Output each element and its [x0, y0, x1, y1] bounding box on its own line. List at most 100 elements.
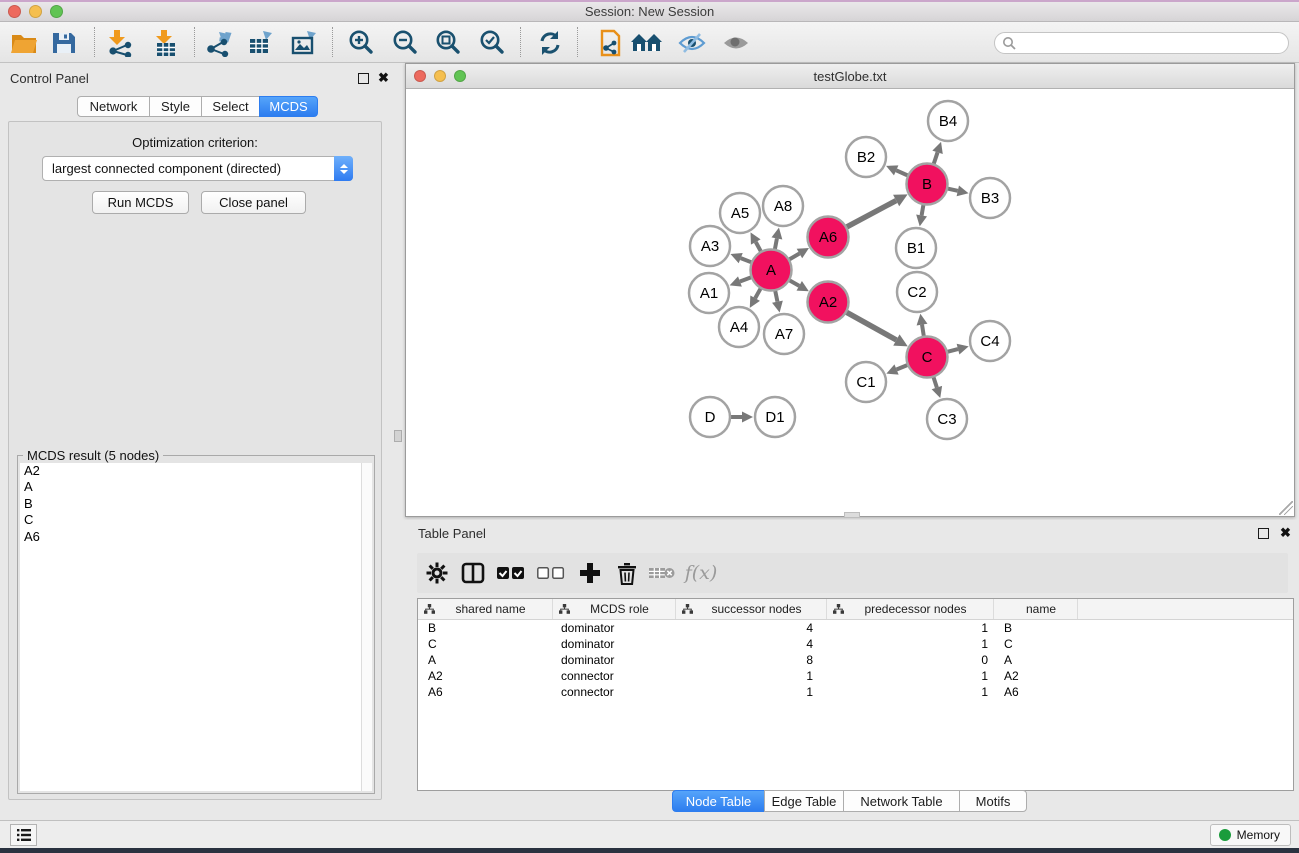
import-table-button[interactable] — [150, 27, 182, 59]
edge-C-C3[interactable] — [932, 377, 942, 398]
cell[interactable]: B — [418, 621, 553, 635]
resize-grip[interactable] — [1279, 501, 1293, 515]
tab-mcds[interactable]: MCDS — [259, 96, 318, 117]
table-row-b[interactable]: Bdominator41B — [418, 620, 1293, 636]
export-network-button[interactable] — [202, 27, 234, 59]
cell[interactable]: A6 — [418, 685, 553, 699]
cell[interactable]: 1 — [827, 637, 994, 651]
node-A5[interactable]: A5 — [720, 193, 760, 233]
edge-A-A1[interactable] — [730, 276, 752, 286]
cell[interactable]: dominator — [553, 637, 676, 651]
cell[interactable]: 1 — [827, 685, 994, 699]
cell[interactable]: 1 — [676, 685, 827, 699]
zoom-fit-button[interactable] — [432, 27, 464, 59]
delete-column-button[interactable] — [613, 553, 641, 593]
tab-network-table[interactable]: Network Table — [843, 790, 960, 812]
network-window-titlebar[interactable]: testGlobe.txt — [406, 64, 1294, 89]
edge-B-B2[interactable] — [886, 165, 908, 175]
edge-D-D1[interactable] — [731, 412, 753, 423]
node-D[interactable]: D — [690, 397, 730, 437]
edge-B-B3[interactable] — [947, 185, 968, 196]
cell[interactable]: A2 — [418, 669, 553, 683]
node-C[interactable]: C — [907, 337, 948, 378]
edge-A-A4[interactable] — [750, 288, 761, 308]
table-settings-button[interactable] — [423, 553, 451, 593]
create-column-button[interactable] — [575, 553, 605, 593]
edge-A-A7[interactable] — [772, 291, 783, 313]
zoom-in-button[interactable] — [345, 27, 377, 59]
cell[interactable]: dominator — [553, 653, 676, 667]
table-row-a2[interactable]: A2connector11A2 — [418, 668, 1293, 684]
deselect-all-columns-button[interactable] — [535, 553, 567, 593]
refresh-button[interactable] — [534, 27, 566, 59]
node-B[interactable]: B — [907, 164, 948, 205]
task-history-button[interactable] — [10, 824, 37, 846]
node-A2[interactable]: A2 — [808, 282, 849, 323]
cell[interactable]: A — [418, 653, 553, 667]
cell[interactable]: A — [994, 653, 1078, 667]
import-network-button[interactable] — [104, 27, 136, 59]
node-D1[interactable]: D1 — [755, 397, 795, 437]
result-list-scrollbar[interactable] — [361, 463, 372, 791]
optimization-criterion-dropdown[interactable]: largest connected component (directed) — [42, 156, 353, 181]
show-columns-button[interactable] — [459, 553, 487, 593]
mcds-result-list[interactable]: A2ABCA6 — [20, 463, 372, 791]
tab-motifs[interactable]: Motifs — [959, 790, 1027, 812]
edge-C-C1[interactable] — [886, 364, 907, 374]
cell[interactable]: A6 — [994, 685, 1078, 699]
column-header-successor-nodes[interactable]: successor nodes — [676, 599, 827, 619]
cell[interactable]: 4 — [676, 637, 827, 651]
node-C2[interactable]: C2 — [897, 272, 937, 312]
clone-network-button[interactable] — [592, 27, 624, 59]
result-item-b[interactable]: B — [20, 496, 372, 512]
column-header-predecessor-nodes[interactable]: predecessor nodes — [827, 599, 994, 619]
cell[interactable]: 0 — [827, 653, 994, 667]
zoom-out-button[interactable] — [389, 27, 421, 59]
run-mcds-button[interactable]: Run MCDS — [92, 191, 189, 214]
tab-node-table[interactable]: Node Table — [672, 790, 765, 812]
table-row-a[interactable]: Adominator80A — [418, 652, 1293, 668]
close-panel-icon[interactable]: ✖ — [378, 72, 389, 83]
node-A4[interactable]: A4 — [719, 307, 759, 347]
home-layout-button[interactable] — [630, 27, 662, 59]
zoom-selected-button[interactable] — [476, 27, 508, 59]
hide-details-button[interactable] — [676, 27, 708, 59]
float-panel-icon[interactable] — [358, 73, 369, 84]
column-header-shared-name[interactable]: shared name — [418, 599, 553, 619]
result-item-a[interactable]: A — [20, 479, 372, 495]
cell[interactable]: 1 — [676, 669, 827, 683]
cell[interactable]: 8 — [676, 653, 827, 667]
show-details-button[interactable] — [720, 27, 752, 59]
network-canvas[interactable]: B4B2BB3A5A8A6A3B1AA1C2A2A4A7C4CC1DD1C3 — [406, 89, 1294, 516]
node-C1[interactable]: C1 — [846, 362, 886, 402]
node-A1[interactable]: A1 — [689, 273, 729, 313]
edge-A-A3[interactable] — [730, 253, 751, 263]
float-panel-icon[interactable] — [1258, 528, 1269, 539]
cell[interactable]: A2 — [994, 669, 1078, 683]
node-A[interactable]: A — [751, 250, 792, 291]
edge-A-A2[interactable] — [789, 280, 809, 291]
table-row-a6[interactable]: A6connector11A6 — [418, 684, 1293, 700]
edge-C-C4[interactable] — [947, 344, 968, 355]
edge-B-B1[interactable] — [916, 205, 927, 227]
select-all-columns-button[interactable] — [495, 553, 527, 593]
edge-A-A8[interactable] — [772, 228, 783, 250]
edge-A2-C[interactable] — [846, 312, 907, 346]
cell[interactable]: connector — [553, 685, 676, 699]
close-panel-button[interactable]: Close panel — [201, 191, 306, 214]
splitter-scroll-thumb[interactable] — [394, 430, 402, 442]
open-file-button[interactable] — [8, 27, 40, 59]
edge-A6-B[interactable] — [847, 194, 908, 227]
network-graph[interactable]: B4B2BB3A5A8A6A3B1AA1C2A2A4A7C4CC1DD1C3 — [406, 89, 1294, 516]
memory-button[interactable]: Memory — [1210, 824, 1291, 846]
column-header-mcds-role[interactable]: MCDS role — [553, 599, 676, 619]
result-item-a2[interactable]: A2 — [20, 463, 372, 479]
save-session-button[interactable] — [48, 27, 80, 59]
cell[interactable]: 4 — [676, 621, 827, 635]
tab-select[interactable]: Select — [201, 96, 260, 117]
node-B3[interactable]: B3 — [970, 178, 1010, 218]
tab-network[interactable]: Network — [77, 96, 150, 117]
canvas-hscroll-thumb[interactable] — [844, 512, 860, 518]
node-B2[interactable]: B2 — [846, 137, 886, 177]
tab-edge-table[interactable]: Edge Table — [764, 790, 844, 812]
